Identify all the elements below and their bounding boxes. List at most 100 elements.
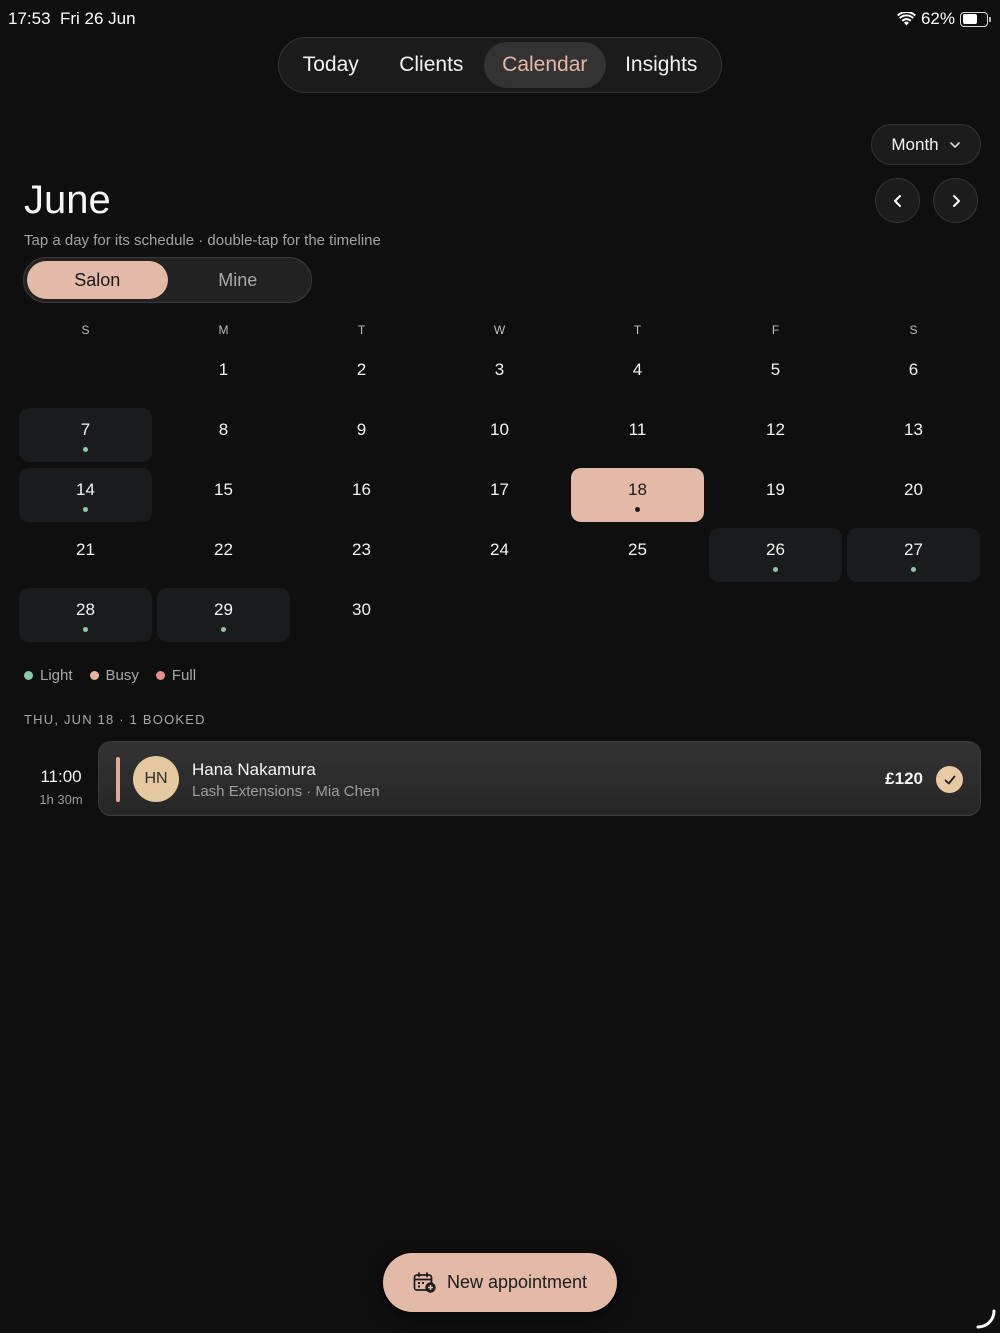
tab-insights[interactable]: Insights (606, 42, 717, 88)
calendar-day-4[interactable]: 4 (571, 348, 704, 402)
calendar-add-icon (413, 1271, 436, 1293)
calendar-day-21[interactable]: 21 (19, 528, 152, 582)
calendar-day-15[interactable]: 15 (157, 468, 290, 522)
day-number: 11 (628, 420, 647, 439)
day-number: 5 (770, 360, 781, 379)
resize-handle-icon[interactable] (974, 1307, 996, 1329)
appointment-accent-bar (116, 757, 120, 802)
day-number: 12 (766, 420, 785, 439)
tab-calendar[interactable]: Calendar (484, 42, 606, 88)
day-number: 6 (908, 360, 919, 379)
calendar-day-7[interactable]: 7 (19, 408, 152, 462)
legend-light: Light (24, 667, 73, 684)
load-indicator-dot (83, 447, 88, 452)
load-indicator-dot (773, 567, 778, 572)
calendar-day-28[interactable]: 28 (19, 588, 152, 642)
calendar-day-1[interactable]: 1 (157, 348, 290, 402)
day-number: 30 (352, 600, 371, 619)
legend-dot (155, 671, 165, 680)
weekday-header: T (357, 323, 366, 337)
calendar-day-9[interactable]: 9 (295, 408, 428, 462)
day-number: 29 (214, 600, 233, 619)
day-number: 7 (80, 420, 91, 439)
day-number: 9 (356, 420, 367, 439)
scope-mine[interactable]: Mine (168, 261, 309, 299)
status-clock: 17:53 (8, 9, 51, 28)
legend-full: Full (155, 667, 197, 684)
checkmark-icon[interactable] (936, 766, 963, 793)
new-appointment-button[interactable]: New appointment (383, 1253, 617, 1312)
legend-busy: Busy (89, 667, 139, 684)
calendar-day-6[interactable]: 6 (847, 348, 980, 402)
calendar-day-18[interactable]: 18 (571, 468, 704, 522)
calendar-day-3[interactable]: 3 (433, 348, 566, 402)
previous-month-button[interactable] (875, 178, 920, 223)
load-indicator-dot (83, 627, 88, 632)
appointment-card[interactable]: HN Hana Nakamura Lash Extensions · Mia C… (98, 741, 981, 816)
chevron-right-icon (952, 194, 960, 207)
legend-dot (24, 671, 33, 680)
calendar-day-14[interactable]: 14 (19, 468, 152, 522)
chevron-down-icon (949, 141, 960, 148)
calendar-day-29[interactable]: 29 (157, 588, 290, 642)
day-number: 13 (904, 420, 923, 439)
day-number: 15 (214, 480, 233, 499)
new-appointment-label: New appointment (446, 1272, 588, 1292)
view-mode-dropdown[interactable]: Month (871, 124, 981, 165)
calendar-hint: Tap a day for its schedule · double-tap … (24, 232, 381, 249)
legend-dot (89, 671, 99, 680)
day-number: 26 (766, 540, 785, 559)
day-number: 28 (76, 600, 95, 619)
calendar-day-11[interactable]: 11 (571, 408, 704, 462)
weekday-header: F (771, 323, 780, 337)
status-time: 17:53 Fri 26 Jun (8, 9, 136, 29)
client-name: Hana Nakamura (192, 760, 316, 779)
load-indicator-dot (221, 627, 226, 632)
calendar-day-25[interactable]: 25 (571, 528, 704, 582)
battery-percent: 62% (920, 9, 955, 28)
day-number: 21 (76, 540, 95, 559)
weekday-header: T (633, 323, 642, 337)
calendar-day-22[interactable]: 22 (157, 528, 290, 582)
weekday-header: M (218, 323, 229, 337)
calendar-day-23[interactable]: 23 (295, 528, 428, 582)
calendar-day-16[interactable]: 16 (295, 468, 428, 522)
next-month-button[interactable] (933, 178, 978, 223)
calendar-day-5[interactable]: 5 (709, 348, 842, 402)
scope-toggle: Salon Mine (23, 257, 312, 303)
tab-today[interactable]: Today (283, 42, 379, 88)
load-legend: Light Busy Full (24, 667, 196, 684)
calendar-day-2[interactable]: 2 (295, 348, 428, 402)
calendar-day-8[interactable]: 8 (157, 408, 290, 462)
day-number: 22 (214, 540, 233, 559)
appointment-details: Lash Extensions · Mia Chen (192, 783, 380, 800)
calendar-day-27[interactable]: 27 (847, 528, 980, 582)
day-number: 8 (218, 420, 229, 439)
scope-salon[interactable]: Salon (27, 261, 168, 299)
day-number: 1 (218, 360, 229, 379)
appointment-price: £120 (885, 769, 923, 788)
calendar-day-30[interactable]: 30 (295, 588, 428, 642)
calendar-day-10[interactable]: 10 (433, 408, 566, 462)
calendar-day-17[interactable]: 17 (433, 468, 566, 522)
month-title: June (24, 178, 111, 222)
load-indicator-dot (83, 507, 88, 512)
day-number: 20 (904, 480, 923, 499)
status-date: Fri 26 Jun (60, 9, 136, 28)
tab-clients[interactable]: Clients (379, 42, 485, 88)
calendar-day-19[interactable]: 19 (709, 468, 842, 522)
status-indicators: 62% (896, 9, 992, 29)
appointment-start: 11:00 (40, 767, 82, 786)
day-number: 16 (352, 480, 371, 499)
load-indicator-dot (911, 567, 916, 572)
weekday-header: S (81, 323, 90, 337)
calendar-day-26[interactable]: 26 (709, 528, 842, 582)
day-number: 3 (494, 360, 505, 379)
appointment-duration: 1h 30m (39, 792, 83, 807)
calendar-day-13[interactable]: 13 (847, 408, 980, 462)
calendar-day-24[interactable]: 24 (433, 528, 566, 582)
chevron-left-icon (893, 194, 901, 207)
legend-label: Full (171, 667, 197, 684)
calendar-day-20[interactable]: 20 (847, 468, 980, 522)
calendar-day-12[interactable]: 12 (709, 408, 842, 462)
